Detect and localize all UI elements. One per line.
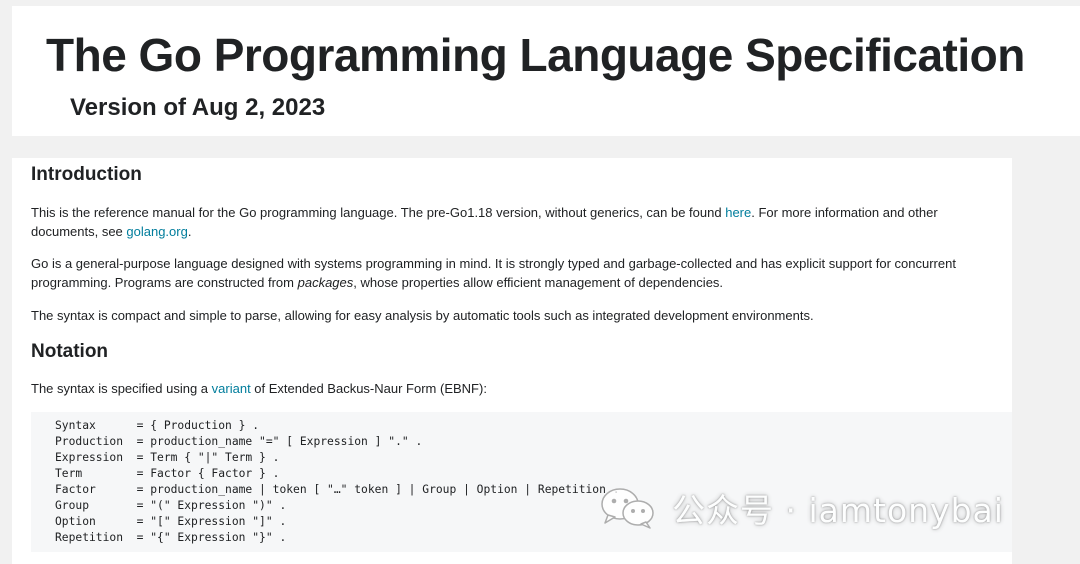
- packages-emphasis: packages: [297, 275, 354, 290]
- notation-p1-text-b: of Extended Backus-Naur Form (EBNF):: [250, 381, 487, 396]
- intro-p1-text-c: .: [187, 224, 192, 239]
- intro-paragraph-3: The syntax is compact and simple to pars…: [31, 308, 814, 323]
- code-line-production: Production = production_name "=" [ Expre…: [55, 435, 423, 448]
- intro-paragraph-2: Go is a general-purpose language designe…: [31, 254, 1006, 292]
- wechat-icon: [601, 488, 654, 529]
- code-line-term: Term = Factor { Factor } .: [55, 467, 280, 480]
- code-line-repetition: Repetition = "{" Expression "}" .: [55, 531, 287, 544]
- intro-paragraph-1: This is the reference manual for the Go …: [31, 203, 1006, 241]
- watermark-text: 公众号 · iamtonybai: [672, 491, 1004, 530]
- intro-p2-text-b: , whose properties allow efficient manag…: [353, 275, 724, 290]
- here-link[interactable]: here: [725, 205, 751, 220]
- notation-heading: Notation: [31, 341, 109, 362]
- code-line-factor: Factor = production_name | token [ "…" t…: [55, 483, 620, 496]
- code-line-option: Option = "[" Expression "]" .: [55, 515, 287, 528]
- golang-org-link[interactable]: golang.org: [126, 224, 187, 239]
- notation-paragraph-1: The syntax is specified using a variant …: [31, 379, 1006, 398]
- wechat-watermark: 公众号 · iamtonybai: [598, 484, 1004, 532]
- introduction-heading: Introduction: [31, 164, 142, 185]
- header: The Go Programming Language Specificatio…: [12, 6, 1080, 136]
- variant-link[interactable]: variant: [212, 381, 251, 396]
- code-line-group: Group = "(" Expression ")" .: [55, 499, 287, 512]
- notation-p1-text-a: The syntax is specified using a: [31, 381, 212, 396]
- version-subtitle: Version of Aug 2, 2023: [70, 94, 326, 121]
- intro-p1-text-a: This is the reference manual for the Go …: [31, 205, 726, 220]
- code-line-syntax: Syntax = { Production } .: [55, 419, 260, 432]
- page-title: The Go Programming Language Specificatio…: [46, 29, 1025, 81]
- code-line-expression: Expression = Term { "|" Term } .: [55, 451, 280, 464]
